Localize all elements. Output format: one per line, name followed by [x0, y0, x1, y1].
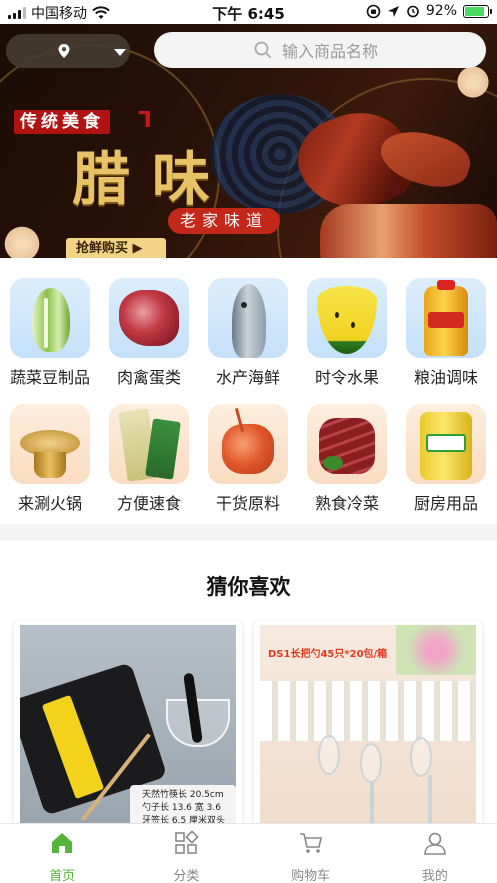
product-caption: 天然竹筷长 20.5cm [142, 790, 224, 800]
category-grid: 蔬菜豆制品 肉禽蛋类 水产海鲜 时令水果 粮油调味 来涮火锅 方便速食 干货原料… [0, 258, 497, 524]
sliced-beef-icon [307, 404, 387, 484]
recommendations-section: 猜你喜欢 天然竹筷长 20.5cm 勺子长 13.6 宽 3.6 牙签长 6.5… [0, 541, 497, 831]
search-placeholder: 输入商品名称 [282, 42, 379, 61]
banner-buy-button[interactable]: 抢鲜购买 ▶ [66, 238, 166, 258]
category-label: 蔬菜豆制品 [9, 368, 90, 387]
status-bar: 中国移动 下午 6:45 92% [0, 0, 497, 24]
category-cooked-food[interactable]: 熟食冷菜 [298, 404, 396, 514]
search-input[interactable]: 输入商品名称 [154, 32, 486, 68]
category-label: 厨房用品 [413, 494, 478, 513]
category-grain-oil[interactable]: 粮油调味 [397, 278, 495, 388]
category-label: 时令水果 [314, 368, 379, 387]
location-pin-icon [58, 44, 70, 58]
orientation-lock-icon [366, 4, 381, 18]
tab-label: 首页 [49, 869, 76, 883]
category-kitchen-supplies[interactable]: 厨房用品 [397, 404, 495, 514]
oil-bottle-icon [406, 278, 486, 358]
flower-decoration [2, 224, 42, 258]
search-icon [254, 41, 272, 59]
category-dried-goods[interactable]: 干货原料 [199, 404, 297, 514]
hotpot-icon [10, 404, 90, 484]
detergent-icon [406, 404, 486, 484]
product-card[interactable]: DS1长把勺45只*20包/箱 [254, 621, 482, 831]
location-selector[interactable] [6, 34, 130, 68]
cart-icon [299, 833, 322, 853]
app-screen: 中国移动 下午 6:45 92% 传统美食 ᒣ 腊味 老家味道 抢鲜购买 ▶ 输… [0, 0, 497, 883]
tab-label: 分类 [173, 869, 200, 883]
category-label: 熟食冷菜 [314, 494, 379, 513]
cured-meat-image [320, 204, 497, 258]
product-card[interactable]: 天然竹筷长 20.5cm 勺子长 13.6 宽 3.6 牙签长 6.5 厘米双头 [14, 621, 242, 831]
home-icon [52, 833, 73, 853]
category-fruit[interactable]: 时令水果 [298, 278, 396, 388]
section-title: 猜你喜欢 [206, 575, 291, 599]
tab-profile[interactable]: 我的 [373, 824, 497, 883]
banner-tag: 传统美食 [14, 110, 110, 134]
location-arrow-icon [387, 5, 399, 17]
category-instant-food[interactable]: 方便速食 [100, 404, 198, 514]
category-label: 肉禽蛋类 [116, 368, 181, 387]
category-vegetables[interactable]: 蔬菜豆制品 [1, 278, 99, 388]
banner-title: 腊味 [72, 145, 233, 213]
category-label: 来涮火锅 [17, 494, 82, 513]
category-label: 水产海鲜 [215, 368, 280, 387]
category-hotpot[interactable]: 来涮火锅 [1, 404, 99, 514]
category-meat-eggs[interactable]: 肉禽蛋类 [100, 278, 198, 388]
category-seafood[interactable]: 水产海鲜 [199, 278, 297, 388]
watermelon-icon [307, 278, 387, 358]
user-icon [424, 832, 446, 855]
battery-icon [463, 4, 492, 18]
battery-percent: 92% [425, 3, 457, 19]
category-label: 方便速食 [116, 494, 181, 513]
product-image-spoons: DS1长把勺45只*20包/箱 [260, 625, 476, 831]
brush-mark: ᒣ [138, 108, 152, 133]
cabbage-icon [10, 278, 90, 358]
flower-decoration [455, 64, 491, 100]
tab-label: 我的 [421, 869, 448, 883]
product-image-tableware: 天然竹筷长 20.5cm 勺子长 13.6 宽 3.6 牙签长 6.5 厘米双头 [20, 625, 236, 831]
alarm-icon [407, 5, 419, 18]
banner-subtitle: 老家味道 [168, 208, 281, 234]
chevron-down-icon [114, 49, 126, 56]
category-label: 干货原料 [215, 494, 280, 513]
product-caption: DS1长把勺45只*20包/箱 [268, 649, 388, 660]
raw-meat-icon [109, 278, 189, 358]
tab-cart[interactable]: 购物车 [249, 824, 373, 883]
product-caption: 勺子长 13.6 宽 3.6 [142, 803, 221, 813]
category-icon [175, 830, 200, 854]
bottom-tab-bar: 首页 分类 购物车 我的 [0, 823, 497, 883]
fish-icon [208, 278, 288, 358]
tab-home[interactable]: 首页 [0, 824, 124, 883]
dried-shrimp-icon [208, 404, 288, 484]
tab-label: 购物车 [291, 869, 331, 883]
category-label: 粮油调味 [413, 368, 478, 387]
instant-food-icon [109, 404, 189, 484]
tab-category[interactable]: 分类 [124, 824, 248, 883]
